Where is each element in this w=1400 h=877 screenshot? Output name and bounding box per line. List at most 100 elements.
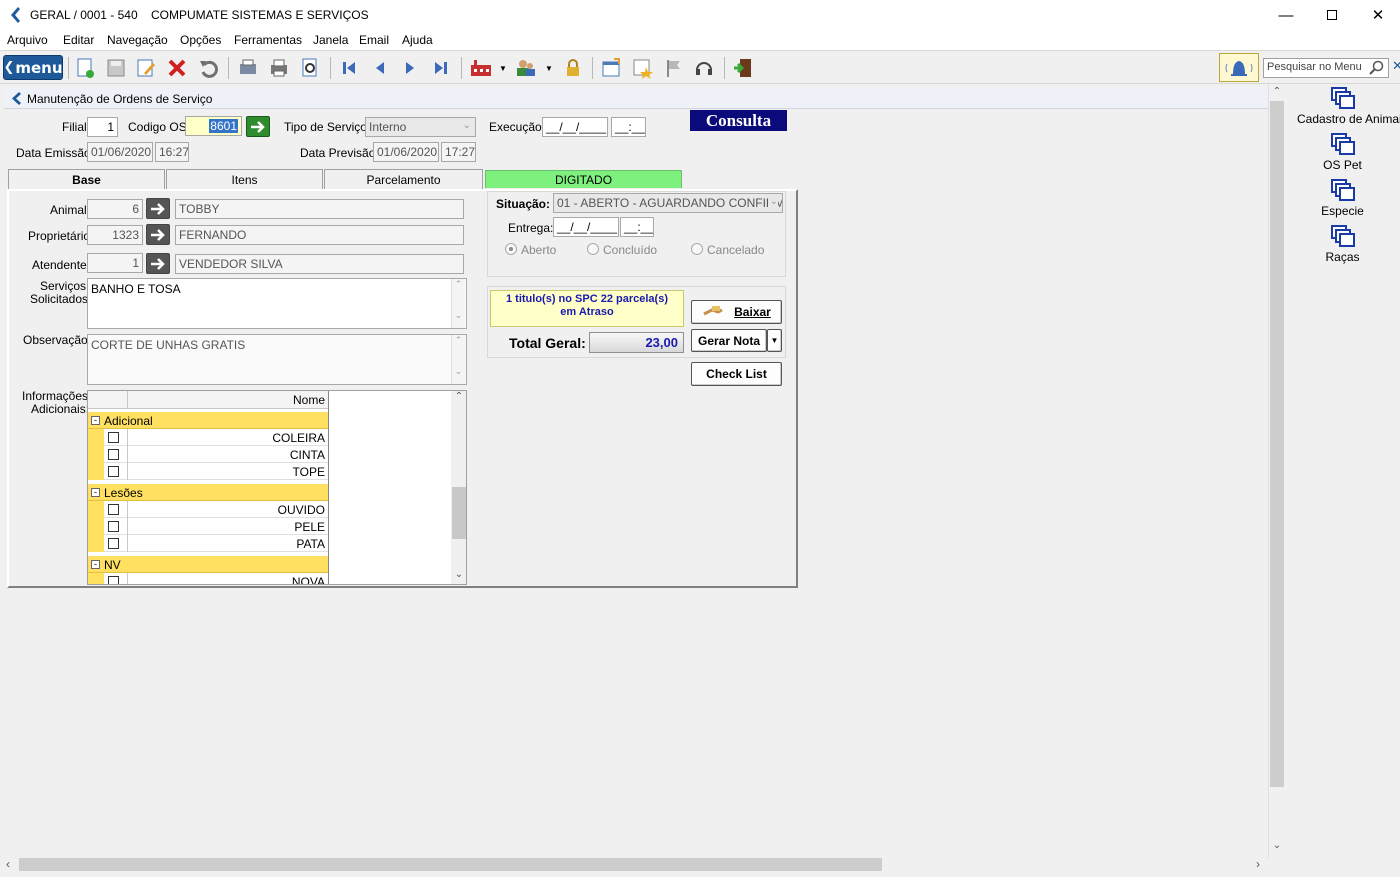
checkbox[interactable] [108, 504, 119, 515]
scroll-down-icon[interactable]: ⌄ [1269, 840, 1285, 851]
execucao-time-field[interactable]: __:__ [611, 117, 646, 137]
atendente-lookup-button[interactable] [146, 253, 170, 274]
collapse-icon[interactable]: - [91, 560, 100, 569]
shortcut-os-pet[interactable]: OS Pet [1285, 132, 1400, 172]
maximize-button[interactable] [1309, 0, 1355, 30]
scroll-up-icon[interactable]: ⌃ [1269, 86, 1285, 97]
atendente-name-field[interactable]: VENDEDOR SILVA [175, 254, 464, 274]
grid-group-adicional[interactable]: - Adicional [88, 412, 328, 429]
factory-button[interactable] [469, 56, 493, 80]
print-button[interactable] [267, 56, 291, 80]
new-button[interactable] [73, 56, 97, 80]
previous-record-button[interactable] [368, 56, 392, 80]
entrega-time-field[interactable]: __:__ [620, 217, 654, 237]
animal-lookup-button[interactable] [146, 198, 170, 219]
radio-aberto[interactable] [505, 243, 517, 255]
undo-button[interactable] [196, 56, 220, 80]
scroll-right-icon[interactable]: › [1256, 857, 1260, 871]
check-list-button[interactable]: Check List [691, 362, 782, 386]
exit-button[interactable] [731, 56, 755, 80]
scroll-thumb[interactable] [1270, 101, 1284, 787]
animal-code-field[interactable]: 6 [87, 199, 143, 219]
search-clear-icon[interactable]: ✕ [1392, 58, 1400, 74]
search-icon[interactable] [1369, 60, 1385, 76]
close-button[interactable]: ✕ [1355, 0, 1400, 30]
tab-base[interactable]: Base [8, 169, 165, 190]
proprietario-name-field[interactable]: FERNANDO [175, 225, 464, 245]
main-menu-button[interactable]: ❮ menu [3, 55, 63, 80]
hora-previsao-field[interactable]: 17:27 [441, 142, 476, 162]
scroll-up-icon[interactable]: ⌃ [451, 391, 466, 402]
situacao-select[interactable]: 01 - ABERTO - AGUARDANDO CONFIRMA ⌄ [553, 193, 783, 213]
lock-button[interactable] [561, 56, 585, 80]
users-button[interactable] [514, 56, 538, 80]
menu-ajuda[interactable]: Ajuda [402, 33, 433, 47]
next-record-button[interactable] [398, 56, 422, 80]
users-dropdown-icon[interactable]: ▼ [545, 64, 553, 73]
radio-cancelado[interactable] [691, 243, 703, 255]
collapse-icon[interactable]: - [91, 488, 100, 497]
animal-name-field[interactable]: TOBBY [175, 199, 464, 219]
menu-ferramentas[interactable]: Ferramentas [234, 33, 302, 47]
menu-email[interactable]: Email [359, 33, 389, 47]
observacao-textarea[interactable]: CORTE DE UNHAS GRATIS [87, 334, 467, 385]
preview-button[interactable] [298, 56, 322, 80]
flag-button[interactable] [661, 56, 685, 80]
back-arrow-icon[interactable] [11, 92, 21, 105]
shortcut-especie[interactable]: Especie [1285, 178, 1400, 218]
first-record-button[interactable] [337, 56, 361, 80]
proprietario-code-field[interactable]: 1323 [87, 225, 143, 245]
tab-itens[interactable]: Itens [166, 169, 323, 189]
collapse-icon[interactable]: - [91, 416, 100, 425]
atendente-code-field[interactable]: 1 [87, 253, 143, 273]
checkbox[interactable] [108, 466, 119, 477]
menu-opcoes[interactable]: Opções [180, 33, 221, 47]
servicos-scrollbar[interactable]: ⌃ ⌄ [451, 279, 465, 328]
checkbox[interactable] [108, 576, 119, 584]
radio-concluido[interactable] [587, 243, 599, 255]
codigo-os-field[interactable]: 8601 [185, 116, 242, 136]
notifications-button[interactable] [1219, 53, 1259, 82]
main-horizontal-scrollbar[interactable]: ‹ › [4, 856, 1268, 873]
main-vertical-scrollbar[interactable]: ⌃ ⌄ [1268, 84, 1285, 858]
menu-janela[interactable]: Janela [313, 33, 348, 47]
hora-emissao-field[interactable]: 16:27 [155, 142, 189, 162]
gerar-nota-button[interactable]: Gerar Nota [691, 329, 767, 352]
scroll-thumb[interactable] [19, 858, 882, 871]
checkbox[interactable] [108, 538, 119, 549]
checkbox[interactable] [108, 432, 119, 443]
execucao-date-field[interactable]: __/__/____ [542, 117, 608, 137]
codigo-go-button[interactable] [246, 116, 270, 137]
scroll-down-icon[interactable]: ⌄ [451, 569, 466, 580]
shortcut-racas[interactable]: Raças [1285, 224, 1400, 264]
proprietario-lookup-button[interactable] [146, 224, 170, 245]
baixar-button[interactable]: Baixar [691, 300, 782, 324]
grid-header-nome[interactable]: Nome [293, 393, 325, 407]
scroll-thumb[interactable] [452, 487, 466, 539]
save-button[interactable] [104, 56, 128, 80]
support-button[interactable] [692, 56, 716, 80]
delete-button[interactable] [165, 56, 189, 80]
factory-dropdown-icon[interactable]: ▼ [499, 64, 507, 73]
tipo-servico-select[interactable]: Interno ⌄ [365, 117, 476, 137]
tab-parcelamento[interactable]: Parcelamento [324, 169, 483, 189]
checkbox[interactable] [108, 521, 119, 532]
last-record-button[interactable] [429, 56, 453, 80]
edit-button[interactable] [134, 56, 158, 80]
minimize-button[interactable]: — [1263, 0, 1309, 30]
data-previsao-field[interactable]: 01/06/2020 [373, 142, 439, 162]
data-emissao-field[interactable]: 01/06/2020 [87, 142, 153, 162]
gerar-nota-dropdown[interactable]: ▼ [767, 329, 782, 352]
menu-editar[interactable]: Editar [63, 33, 94, 47]
favorites-button[interactable] [630, 56, 654, 80]
shortcut-cadastro-animais[interactable]: Cadastro de Animais [1285, 86, 1400, 126]
servicos-textarea[interactable]: BANHO E TOSA [87, 278, 467, 329]
observacao-scrollbar[interactable]: ⌃ ⌄ [451, 335, 465, 384]
menu-navegacao[interactable]: Navegação [107, 33, 168, 47]
menu-arquivo[interactable]: Arquivo [7, 33, 48, 47]
grid-group-nv[interactable]: - NV [88, 556, 328, 573]
checkbox[interactable] [108, 449, 119, 460]
scroll-left-icon[interactable]: ‹ [6, 857, 10, 871]
filial-field[interactable]: 1 [87, 117, 118, 137]
grid-group-lesoes[interactable]: - Lesões [88, 484, 328, 501]
